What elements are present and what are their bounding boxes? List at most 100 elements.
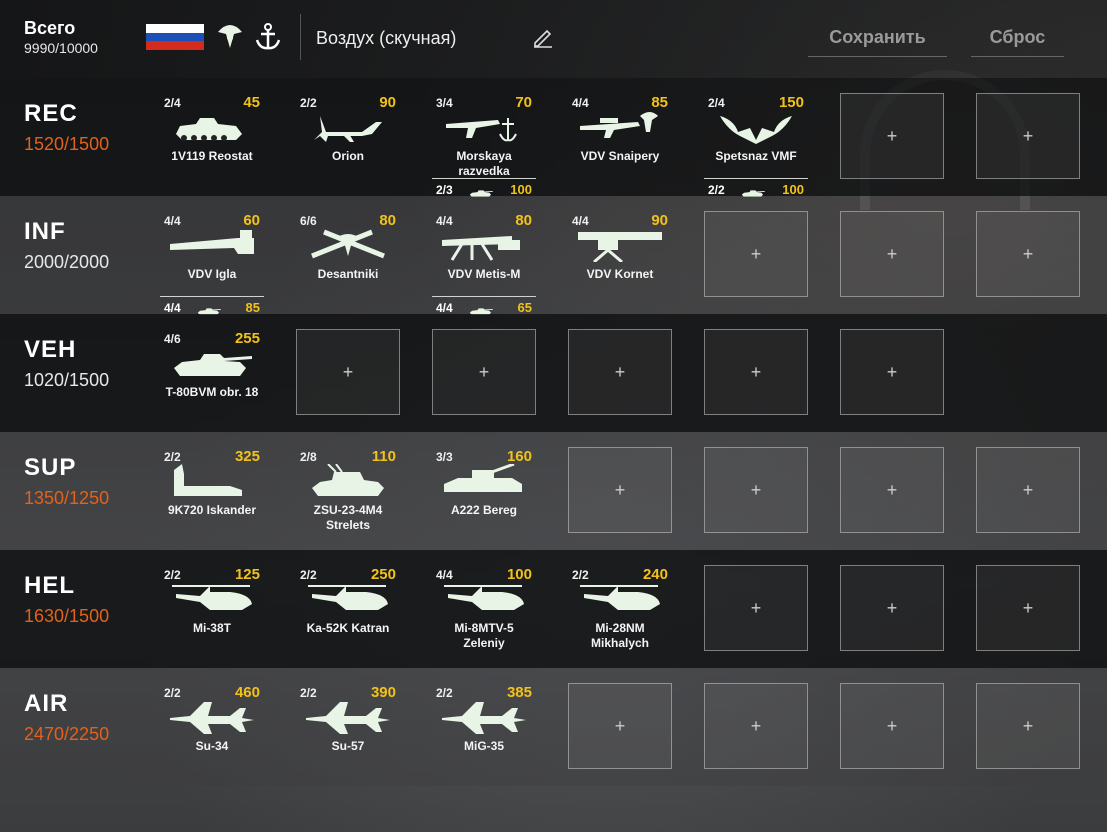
empty-slot-plus-icon[interactable]: + <box>704 329 808 415</box>
unit-name: Orion <box>332 149 364 163</box>
unit-name: 1V119 Reostat <box>171 149 253 163</box>
unit-name: Mi-38T <box>192 621 231 635</box>
category-code: REC <box>24 100 78 127</box>
unit-name: MiG-35 <box>463 739 504 753</box>
unit-card[interactable]: 3/4 70 Morskaya razvedka <box>432 92 536 178</box>
unit-cost: 390 <box>370 684 396 701</box>
unit-name: Spetsnaz VMF <box>715 149 797 163</box>
unit-card[interactable]: 2/2 125 Mi-38T <box>160 564 264 650</box>
transport-cost: 85 <box>245 300 260 315</box>
empty-slot-plus-icon[interactable]: + <box>432 329 536 415</box>
empty-slot-plus-icon[interactable]: + <box>976 447 1080 533</box>
unit-name: 9K720 Iskander <box>167 503 257 517</box>
empty-slot-plus-icon[interactable]: + <box>704 447 808 533</box>
unit-name: Su-57 <box>331 739 365 753</box>
reset-button[interactable]: Сброс <box>971 27 1064 57</box>
transport-count: 4/4 <box>436 301 453 315</box>
unit-name: Ka-52K Katran <box>306 621 390 635</box>
empty-slot-plus-icon[interactable]: + <box>840 565 944 651</box>
unit-count: 4/6 <box>164 332 181 346</box>
unit-count: 4/4 <box>572 96 589 110</box>
unit-name: VDV Metis-M <box>447 267 521 281</box>
unit-card[interactable]: 2/2 460 Su-34 <box>160 682 264 768</box>
unit-name: VDV Snaipery <box>580 149 660 163</box>
unit-card[interactable]: 2/2 385 MiG-35 <box>432 682 536 768</box>
save-button[interactable]: Сохранить <box>808 27 947 57</box>
unit-card[interactable]: 4/4 85 VDV Snaipery <box>568 92 672 178</box>
transport-slot[interactable]: 4/4 65 <box>432 296 536 316</box>
unit-cost: 460 <box>234 684 260 701</box>
unit-card[interactable]: 4/4 60 VDV Igla <box>160 210 264 296</box>
empty-slot-plus-icon[interactable]: + <box>704 683 808 769</box>
empty-slot-plus-icon[interactable]: + <box>840 329 944 415</box>
unit-name: ZSU-23-4M4 Strelets <box>313 503 383 532</box>
transport-vehicle-icon <box>468 185 494 197</box>
unit-count: 2/2 <box>572 568 589 582</box>
unit-count: 4/4 <box>164 214 181 228</box>
unit-name: Mi-28NM Mikhalych <box>590 621 650 650</box>
empty-slot-plus-icon[interactable]: + <box>840 93 944 179</box>
unit-card[interactable]: 4/4 100 Mi-8MTV-5 Zeleniy <box>432 564 536 650</box>
empty-slot-plus-icon[interactable]: + <box>568 683 672 769</box>
unit-cost: 250 <box>370 566 396 583</box>
category-points: 2470/2250 <box>24 724 110 744</box>
atgm-icon <box>442 228 526 262</box>
unit-card[interactable]: 2/4 45 1V119 Reostat <box>160 92 264 178</box>
empty-slot-plus-icon[interactable]: + <box>568 447 672 533</box>
unit-count: 2/4 <box>708 96 725 110</box>
drone-icon <box>306 110 390 144</box>
empty-slot-plus-icon[interactable]: + <box>976 211 1080 297</box>
unit-cost: 160 <box>506 448 532 465</box>
unit-count: 3/4 <box>436 96 453 110</box>
pencil-icon[interactable] <box>532 26 554 48</box>
unit-count: 6/6 <box>300 214 317 228</box>
unit-card[interactable]: 2/2 90 Orion <box>296 92 400 178</box>
top-bar: Всего 9990/10000 Воздух (скучная) Сохран… <box>0 0 1107 78</box>
unit-card[interactable]: 6/6 80 Desantniki <box>296 210 400 296</box>
aa-tank-icon <box>306 463 390 498</box>
unit-count: 4/4 <box>572 214 589 228</box>
crossed-rifles-icon <box>306 228 390 262</box>
empty-slot-plus-icon[interactable]: + <box>568 329 672 415</box>
unit-card[interactable]: 2/2 325 9K720 Iskander <box>160 446 264 532</box>
unit-card[interactable]: 3/3 160 A222 Bereg <box>432 446 536 532</box>
truck-gun-icon <box>442 462 526 498</box>
empty-slot-plus-icon[interactable]: + <box>704 565 808 651</box>
unit-cost: 325 <box>234 448 260 465</box>
empty-slot-plus-icon[interactable]: + <box>840 211 944 297</box>
empty-slot-plus-icon[interactable]: + <box>976 93 1080 179</box>
heli-icon <box>170 582 254 616</box>
unit-name: Mi-8MTV-5 Zeleniy <box>454 621 514 650</box>
transport-slot[interactable]: 2/3 100 <box>432 178 536 198</box>
transport-slot[interactable]: 4/4 85 <box>160 296 264 316</box>
category-points: 1630/1500 <box>24 606 110 626</box>
unit-cost: 385 <box>506 684 532 701</box>
unit-card[interactable]: 2/2 390 Su-57 <box>296 682 400 768</box>
unit-count: 2/8 <box>300 450 317 464</box>
unit-card[interactable]: 4/4 80 VDV Metis-M <box>432 210 536 296</box>
category-row-veh: VEH 1020/1500 4/6 255 T-80BVM obr. 18 + + + + + <box>0 314 1107 432</box>
empty-slot-plus-icon[interactable]: + <box>976 565 1080 651</box>
unit-cost: 90 <box>379 94 396 111</box>
unit-card[interactable]: 2/2 250 Ka-52K Katran <box>296 564 400 650</box>
unit-card[interactable]: 2/2 240 Mi-28NM Mikhalych <box>568 564 672 650</box>
unit-card[interactable]: 4/6 255 T-80BVM obr. 18 <box>160 328 264 414</box>
empty-slot-plus-icon[interactable]: + <box>976 683 1080 769</box>
transport-slot[interactable]: 2/2 100 <box>704 178 808 198</box>
unit-count: 2/4 <box>164 96 181 110</box>
unit-cost: 110 <box>371 448 396 465</box>
total-value: 9990/10000 <box>24 40 98 56</box>
unit-cost: 80 <box>515 212 532 229</box>
empty-slot-plus-icon[interactable]: + <box>840 447 944 533</box>
unit-cost: 150 <box>778 94 804 111</box>
deck-name[interactable]: Воздух (скучная) <box>316 28 456 49</box>
category-row-air: AIR 2470/2250 2/2 460 Su-34 2/2 390 Su-57 2/2 385… <box>0 668 1107 786</box>
empty-slot-plus-icon[interactable]: + <box>296 329 400 415</box>
empty-slot-plus-icon[interactable]: + <box>704 211 808 297</box>
bat-icon <box>714 110 798 144</box>
unit-count: 2/2 <box>164 568 181 582</box>
unit-card[interactable]: 2/4 150 Spetsnaz VMF <box>704 92 808 178</box>
unit-card[interactable]: 2/8 110 ZSU-23-4M4 Strelets <box>296 446 400 532</box>
empty-slot-plus-icon[interactable]: + <box>840 683 944 769</box>
unit-card[interactable]: 4/4 90 VDV Kornet <box>568 210 672 296</box>
